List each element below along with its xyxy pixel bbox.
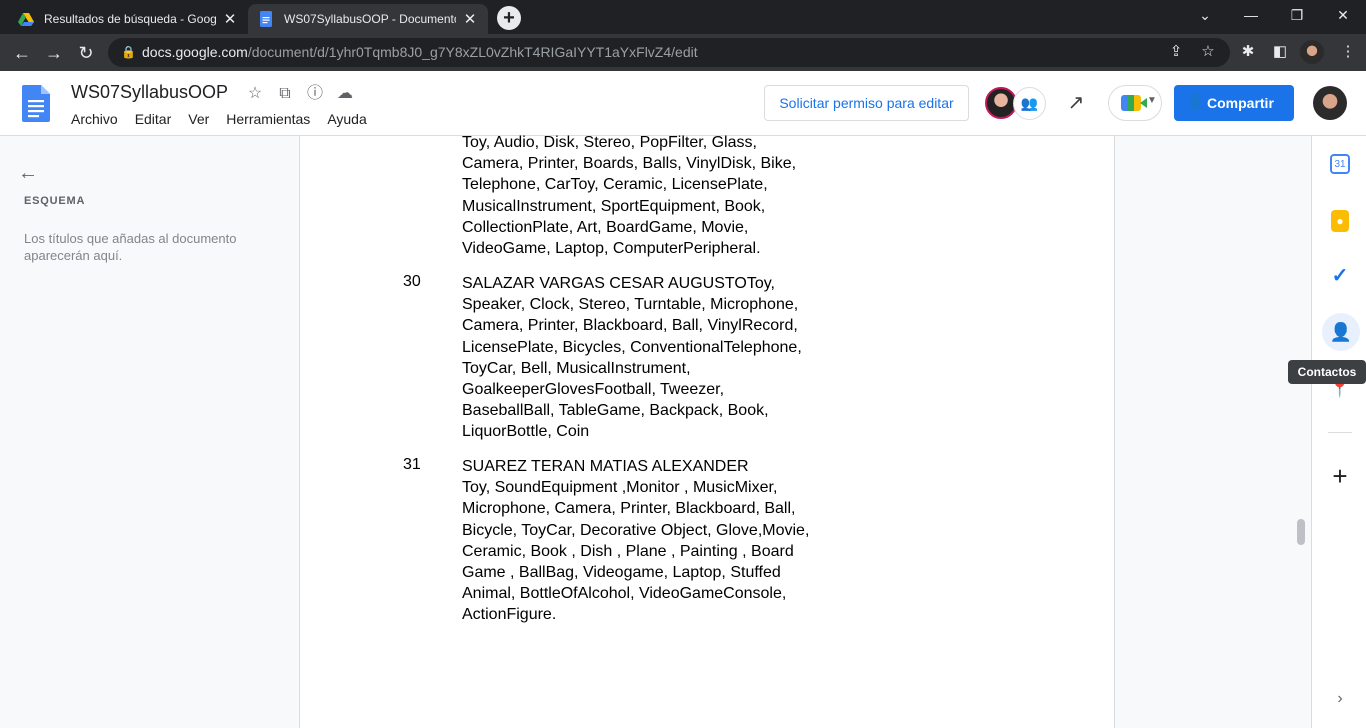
info-icon[interactable]: ⓘ [304, 83, 326, 105]
browser-tab-bar: Resultados de búsqueda - Googl ✕ WS07Syl… [0, 0, 1366, 34]
forward-icon[interactable]: → [41, 40, 67, 66]
scrollbar-thumb[interactable] [1297, 519, 1305, 545]
chevron-down-icon: ▼ [1147, 95, 1157, 106]
add-addon-icon[interactable]: + [1326, 462, 1354, 490]
minimize-window-button[interactable]: — [1228, 0, 1274, 30]
side-panel: 31 ● ✓ 👤 📍 + › [1311, 136, 1366, 728]
item-text: Toy, Audio, Disk, Stereo, PopFilter, Gla… [462, 134, 797, 258]
contacts-icon[interactable]: 👤 [1322, 313, 1360, 351]
move-to-drive-icon[interactable]: ⧉ [274, 83, 296, 105]
side-panel-divider [1328, 432, 1352, 433]
lock-icon: 🔒 [121, 45, 136, 59]
item-text: SUAREZ TERAN MATIAS ALEXANDER Toy, Sound… [462, 458, 810, 624]
tab-ws07-document[interactable]: WS07SyllabusOOP - Documento ✕ [248, 4, 488, 34]
side-panel-icon[interactable]: ◧ [1268, 40, 1292, 64]
account-avatar[interactable] [1313, 86, 1347, 120]
tab-close-icon[interactable]: ✕ [462, 10, 478, 28]
tasks-icon[interactable]: ✓ [1326, 262, 1354, 290]
document-page[interactable]: Toy, Audio, Disk, Stereo, PopFilter, Gla… [299, 134, 1115, 728]
tab-search-dropdown-icon[interactable]: ⌄ [1182, 0, 1228, 30]
tab-close-icon[interactable]: ✕ [222, 10, 238, 28]
activity-dashboard-icon[interactable]: ↗ [1062, 91, 1090, 115]
close-window-button[interactable]: ✕ [1320, 0, 1366, 30]
calendar-icon[interactable]: 31 [1330, 154, 1350, 174]
profile-avatar[interactable] [1300, 40, 1324, 64]
docs-header: WS07SyllabusOOP ☆ ⧉ ⓘ ☁ Archivo Editar V… [0, 71, 1366, 136]
meet-button[interactable]: ▼ [1108, 85, 1162, 121]
tab-title: WS07SyllabusOOP - Documento [284, 12, 456, 26]
share-page-icon[interactable]: ⇪ [1164, 40, 1188, 64]
google-docs-icon [260, 11, 272, 27]
star-icon[interactable]: ☆ [244, 83, 266, 105]
menu-bar: Archivo Editar Ver Herramientas Ayuda [71, 111, 384, 127]
item-number: 31 [403, 456, 421, 473]
url-host: docs.google.com [142, 44, 248, 60]
new-tab-button[interactable]: + [497, 6, 521, 30]
menu-herramientas[interactable]: Herramientas [226, 111, 310, 127]
outline-heading: ESQUEMA [24, 195, 86, 207]
outline-empty-hint: Los títulos que añadas al documento apar… [24, 231, 237, 263]
google-docs-logo[interactable] [22, 85, 50, 122]
bookmark-star-icon[interactable]: ☆ [1196, 40, 1220, 64]
contacts-tooltip: Contactos [1288, 360, 1366, 384]
tab-search-results[interactable]: Resultados de búsqueda - Googl ✕ [8, 4, 248, 34]
extensions-puzzle-icon[interactable]: ✱ [1236, 40, 1260, 64]
google-drive-icon [18, 13, 34, 26]
cloud-status-icon[interactable]: ☁ [334, 83, 356, 105]
browser-menu-icon[interactable]: ⋮ [1336, 40, 1360, 64]
menu-ver[interactable]: Ver [188, 111, 209, 127]
google-meet-icon [1121, 95, 1147, 111]
url-path: /document/d/1yhr0Tqmb8J0_g7Y8xZL0vZhkT4R… [247, 44, 698, 60]
close-outline-arrow-icon[interactable]: ← [18, 162, 38, 185]
anonymous-viewers-icon[interactable]: 👥 [1013, 87, 1046, 120]
tab-title: Resultados de búsqueda - Googl [44, 12, 216, 26]
menu-editar[interactable]: Editar [135, 111, 172, 127]
chevron-right-icon[interactable]: › [1326, 685, 1354, 713]
back-icon[interactable]: ← [9, 40, 35, 66]
document-title[interactable]: WS07SyllabusOOP [71, 82, 228, 103]
browser-toolbar: ← → ↻ 🔒 docs.google.com/document/d/1yhr0… [0, 34, 1366, 71]
item-text: SALAZAR VARGAS CESAR AUGUSTOToy, Speaker… [462, 275, 802, 441]
reload-icon[interactable]: ↻ [73, 40, 99, 66]
share-button-label: Compartir [1207, 95, 1274, 111]
menu-ayuda[interactable]: Ayuda [327, 111, 366, 127]
document-gutter [1116, 136, 1311, 728]
address-bar[interactable]: 🔒 docs.google.com/document/d/1yhr0Tqmb8J… [108, 38, 1230, 67]
document-outline-panel: ← ESQUEMA Los títulos que añadas al docu… [0, 136, 298, 728]
person-icon: 👤 [1186, 94, 1205, 111]
keep-icon[interactable]: ● [1331, 210, 1349, 232]
maximize-window-button[interactable]: ❐ [1274, 0, 1320, 30]
share-button[interactable]: 👤 Compartir [1174, 85, 1294, 121]
item-number: 30 [403, 273, 421, 290]
request-edit-permission-button[interactable]: Solicitar permiso para editar [764, 85, 969, 121]
menu-archivo[interactable]: Archivo [71, 111, 118, 127]
